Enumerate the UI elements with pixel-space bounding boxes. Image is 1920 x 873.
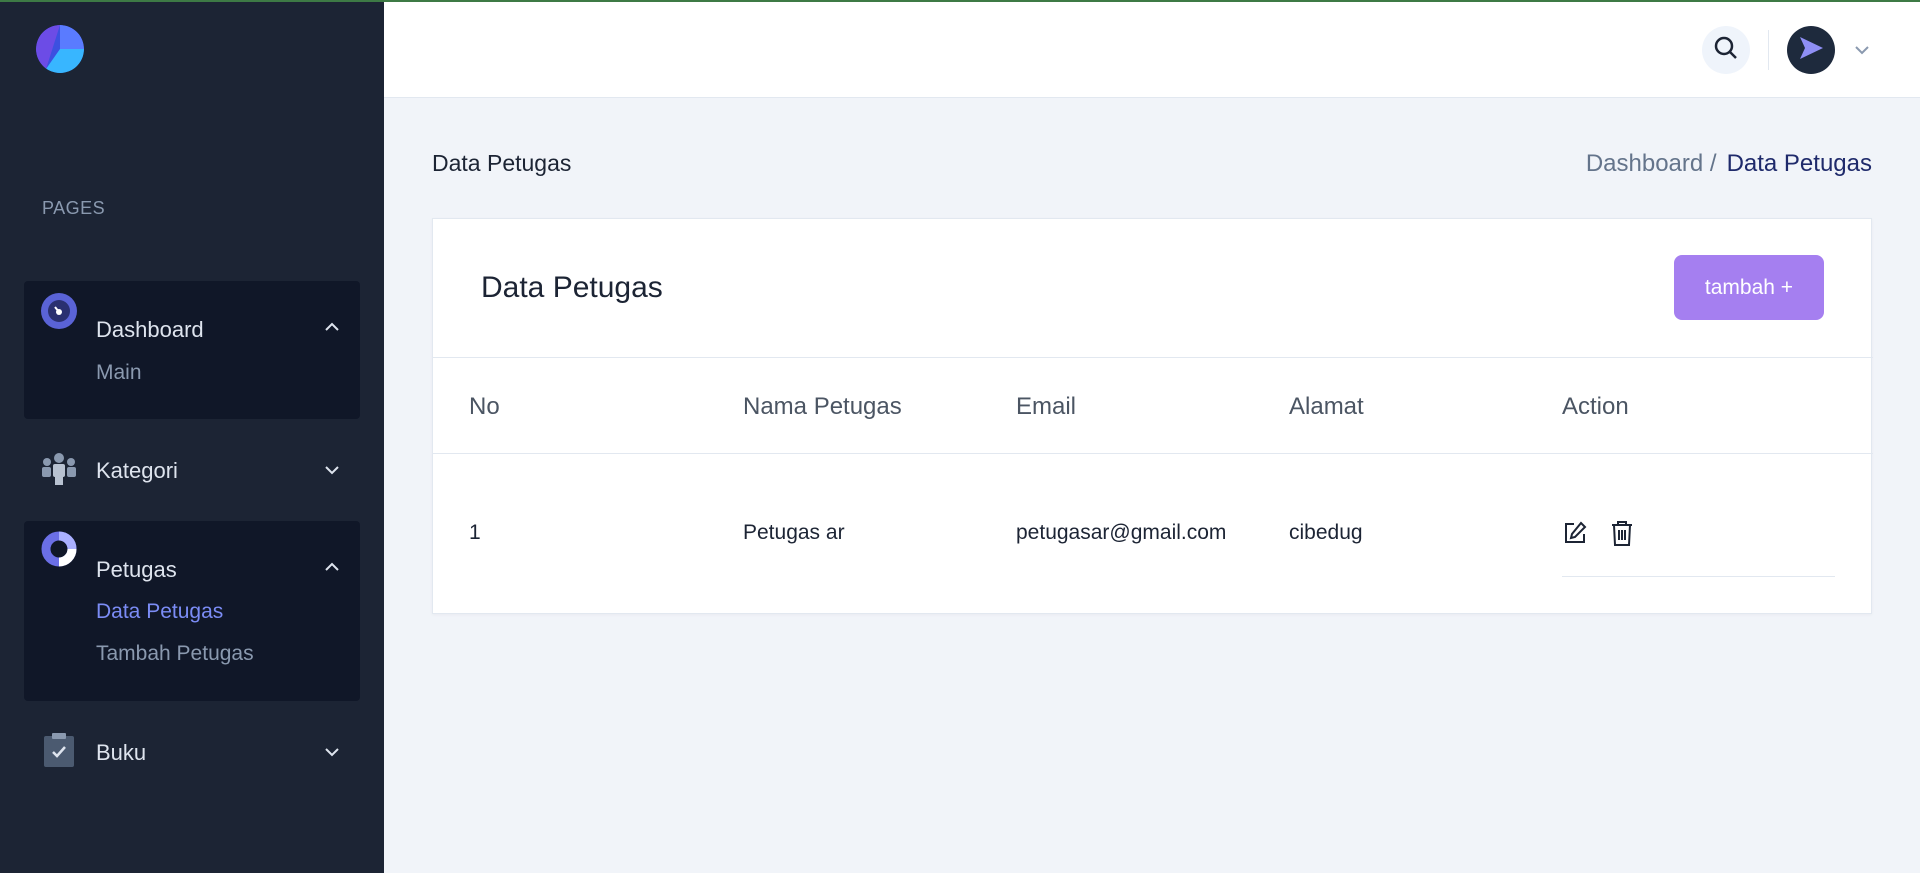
- card-divider: [433, 357, 1873, 358]
- column-header-action: Action: [1562, 393, 1629, 420]
- column-header-no: No: [469, 393, 500, 420]
- column-header-nama: Nama Petugas: [743, 393, 902, 420]
- cell-email: petugasar@gmail.com: [1016, 521, 1227, 544]
- top-header: [384, 0, 1920, 98]
- cell-no: 1: [469, 521, 481, 544]
- donut-chart-icon: [41, 531, 77, 567]
- people-icon: [41, 451, 77, 487]
- sidebar-subitem-tambah-petugas[interactable]: Tambah Petugas: [96, 642, 254, 666]
- sidebar-subitem-data-petugas[interactable]: Data Petugas: [96, 600, 223, 624]
- data-petugas-card: Data Petugas tambah + No Nama Petugas Em…: [432, 218, 1873, 614]
- column-header-alamat: Alamat: [1289, 393, 1364, 420]
- breadcrumb: Dashboard / Data Petugas: [1586, 150, 1872, 178]
- cell-nama: Petugas ar: [743, 521, 845, 544]
- chevron-down-icon: [322, 742, 342, 762]
- cell-alamat: cibedug: [1289, 521, 1363, 544]
- column-header-email: Email: [1016, 393, 1077, 420]
- user-avatar[interactable]: [1787, 26, 1835, 74]
- sidebar-group-kategori: Kategori: [24, 440, 360, 500]
- app-logo[interactable]: [36, 25, 84, 73]
- sidebar-group-petugas: Petugas Data Petugas Tambah Petugas: [24, 521, 360, 701]
- chevron-up-icon: [322, 557, 342, 577]
- breadcrumb-current: Data Petugas: [1726, 150, 1872, 177]
- chevron-up-icon: [322, 317, 342, 337]
- send-icon: [1797, 34, 1825, 67]
- sidebar-section-label: PAGES: [42, 198, 106, 218]
- sidebar-subitem-main[interactable]: Main: [96, 361, 142, 385]
- top-accent-line: [0, 0, 1920, 2]
- header-divider: [1768, 30, 1769, 70]
- sidebar-item-dashboard[interactable]: Dashboard: [24, 281, 360, 342]
- add-petugas-button[interactable]: tambah +: [1674, 255, 1824, 320]
- delete-icon[interactable]: [1608, 519, 1636, 547]
- user-menu-chevron-icon[interactable]: [1852, 40, 1872, 60]
- sidebar-item-label: Buku: [96, 740, 147, 765]
- edit-icon[interactable]: [1561, 519, 1589, 547]
- sidebar-item-label: Dashboard: [96, 317, 204, 342]
- sidebar-item-label: Petugas: [96, 557, 177, 582]
- row-divider: [1562, 576, 1835, 577]
- sidebar-group-dashboard: Dashboard Main: [24, 281, 360, 419]
- sidebar-item-kategori[interactable]: Kategori: [24, 440, 360, 500]
- search-icon: [1713, 35, 1739, 66]
- breadcrumb-dashboard-link[interactable]: Dashboard /: [1586, 150, 1717, 178]
- clipboard-check-icon: [41, 732, 77, 768]
- sidebar-item-buku[interactable]: Buku: [24, 722, 360, 782]
- card-title: Data Petugas: [481, 271, 663, 304]
- chevron-down-icon: [322, 460, 342, 480]
- sidebar: PAGES Dashboard Main Kategori Petugas Da…: [0, 0, 384, 873]
- sidebar-group-buku: Buku: [24, 722, 360, 782]
- search-button[interactable]: [1702, 26, 1750, 74]
- dashboard-gauge-icon: [41, 293, 77, 329]
- table-header-divider: [433, 453, 1873, 454]
- sidebar-item-label: Kategori: [96, 458, 178, 483]
- page-title: Data Petugas: [432, 150, 572, 176]
- sidebar-item-petugas[interactable]: Petugas: [24, 521, 360, 582]
